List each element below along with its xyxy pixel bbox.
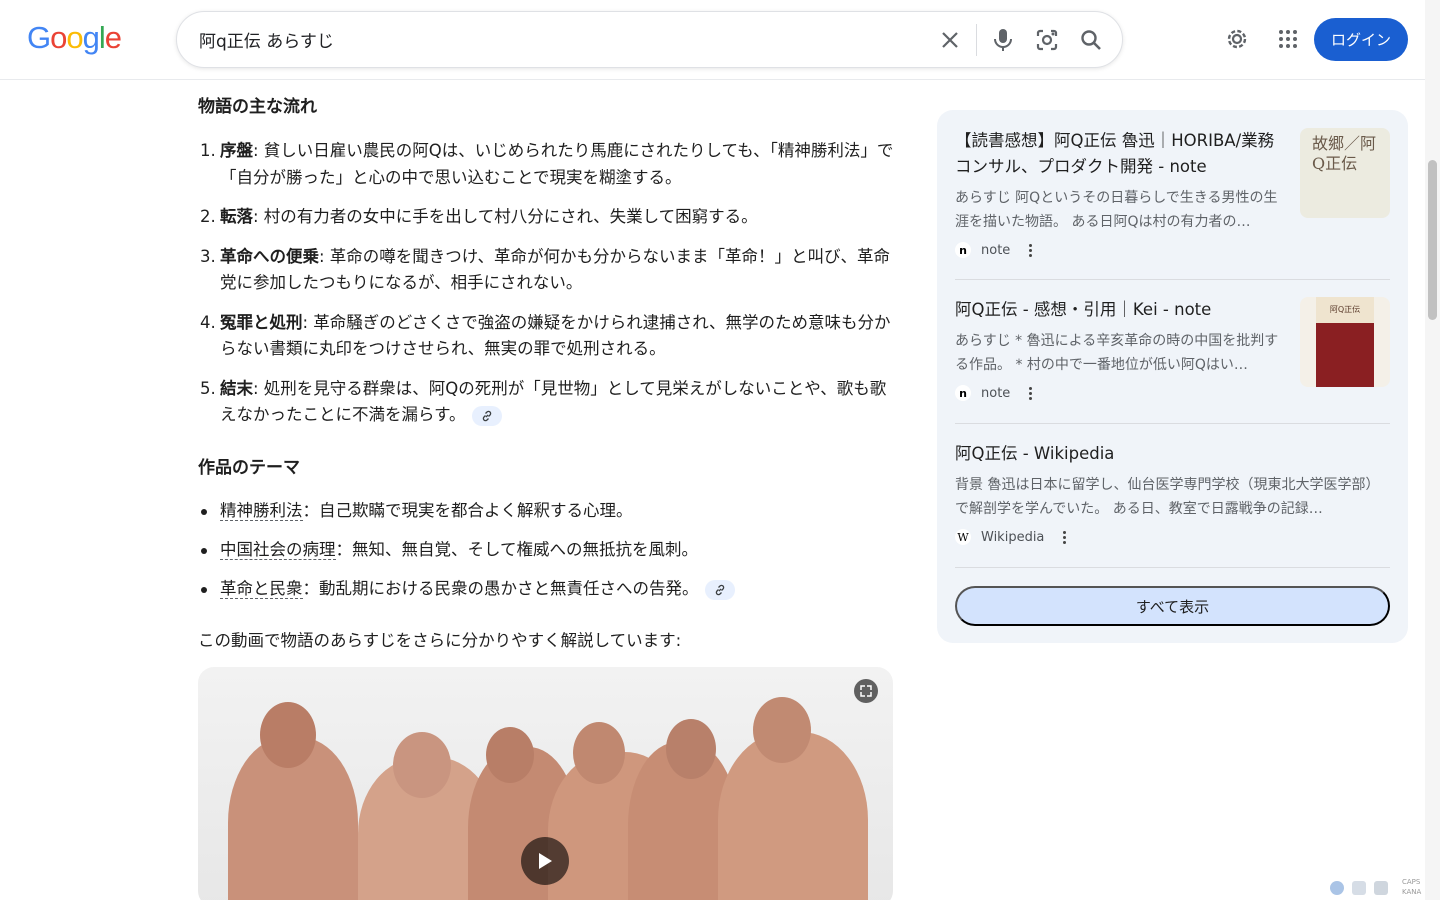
expand-icon[interactable]: [854, 679, 878, 703]
source-card[interactable]: 阿Q正伝 - Wikipedia 背景 魯迅は日本に留学し、仙台医学専門学校（現…: [955, 441, 1390, 545]
source-link-icon[interactable]: [704, 579, 735, 600]
video-player[interactable]: [198, 667, 893, 900]
caps-indicator: CAPS: [1402, 878, 1421, 886]
theme-term-link[interactable]: 精神勝利法: [220, 501, 303, 521]
login-button[interactable]: ログイン: [1314, 18, 1408, 61]
list-item: 1. 序盤: 貧しい日雇い農民の阿Qは、いじめられたり馬鹿にされたりしても、「精神…: [200, 141, 894, 187]
video-figure: [393, 732, 451, 798]
search-divider: [976, 24, 977, 56]
source-card[interactable]: 阿Q正伝 - 感想・引用｜Kei - note あらすじ * 魯迅による辛亥革命…: [955, 297, 1390, 401]
google-logo[interactable]: Google: [27, 20, 122, 56]
divider: [955, 567, 1390, 568]
story-steps-list: 1. 序盤: 貧しい日雇い農民の阿Qは、いじめられたり馬鹿にされたりしても、「精神…: [198, 138, 898, 442]
clear-icon[interactable]: [936, 26, 964, 54]
book-cover: 阿Q正伝: [1316, 297, 1374, 387]
more-options-icon[interactable]: [1024, 386, 1036, 400]
bullet: [201, 509, 207, 515]
settings-gear-icon[interactable]: [1223, 25, 1251, 53]
tray-status-icon: [1330, 881, 1344, 895]
video-intro-text: この動画で物語のあらすじをさらに分かりやすく解説しています:: [198, 631, 682, 650]
more-options-icon[interactable]: [1058, 530, 1070, 544]
list-item: 革命と民衆：動乱期における民衆の愚かさと無責任さへの告発。: [198, 576, 898, 602]
system-tray: CAPS KANA: [1330, 878, 1430, 898]
source-card-source: W Wikipedia: [955, 529, 1390, 545]
list-item: 4. 冤罪と処刑: 革命騒ぎのどさくさで強盗の嫌疑をかけられ逮捕され、無学のため意…: [200, 312, 891, 359]
bullet: [201, 548, 207, 554]
source-card-source: n note: [955, 242, 1390, 258]
tray-status-icon: [1374, 881, 1388, 895]
source-card-source: n note: [955, 385, 1390, 401]
mic-icon[interactable]: [989, 26, 1017, 54]
list-item: 中国社会の病理：無知、無自覚、そして権威への無抵抗を風刺。: [198, 537, 898, 563]
list-item: 精神勝利法：自己欺瞞で現実を都合よく解釈する心理。: [198, 498, 898, 524]
top-header: Google 阿q正伝 あらすじ ログイン: [0, 0, 1440, 80]
list-item: 2. 転落: 村の有力者の女中に手を出して村八分にされ、失業して困窮する。: [200, 207, 758, 226]
search-input[interactable]: 阿q正伝 あらすじ: [199, 27, 334, 52]
wikipedia-icon: W: [955, 529, 971, 545]
story-heading: 物語の主な流れ: [198, 97, 317, 117]
source-card-desc: あらすじ 阿Qというその日暮らしで生きる男性の生涯を描いた物語。 ある日阿Qは村…: [955, 190, 1278, 230]
divider: [955, 279, 1390, 280]
video-figure: [573, 722, 625, 784]
bullet: [201, 587, 207, 593]
video-figure: [260, 702, 316, 768]
page-scrollbar[interactable]: [1425, 0, 1440, 900]
list-item: 5. 結末: 処刑を見守る群衆は、阿Qの死刑が「見世物」として見栄えがしないことや…: [200, 378, 887, 426]
video-figure: [486, 727, 534, 783]
more-options-icon[interactable]: [1024, 243, 1036, 257]
search-icon[interactable]: [1077, 26, 1105, 54]
source-card-title[interactable]: 阿Q正伝 - Wikipedia: [955, 441, 1390, 467]
video-figure: [753, 697, 811, 763]
sources-panel: 【読書感想】阿Q正伝 魯迅｜HORIBA/業務コンサル、プロダクト開発 - no…: [937, 110, 1408, 643]
source-thumbnail[interactable]: 故郷／阿Q正伝: [1300, 128, 1390, 218]
source-link-icon[interactable]: [471, 405, 502, 426]
source-card-desc: 背景 魯迅は日本に留学し、仙台医学専門学校（現東北大学医学部）で解剖学を学んでい…: [955, 477, 1380, 517]
show-all-button[interactable]: すべて表示: [955, 586, 1390, 626]
apps-grid-icon[interactable]: [1274, 25, 1302, 53]
theme-term-link[interactable]: 革命と民衆: [220, 579, 303, 599]
scrollbar-thumb[interactable]: [1428, 160, 1437, 320]
video-figure: [666, 719, 716, 779]
kana-indicator: KANA: [1402, 888, 1422, 896]
divider: [955, 423, 1390, 424]
theme-list: 精神勝利法：自己欺瞞で現実を都合よく解釈する心理。 中国社会の病理：無知、無自覚…: [198, 498, 898, 615]
source-card-title[interactable]: 阿Q正伝 - 感想・引用｜Kei - note: [955, 297, 1290, 323]
source-card[interactable]: 【読書感想】阿Q正伝 魯迅｜HORIBA/業務コンサル、プロダクト開発 - no…: [955, 128, 1390, 258]
lens-icon[interactable]: [1033, 26, 1061, 54]
search-box[interactable]: 阿q正伝 あらすじ: [176, 11, 1123, 68]
play-button[interactable]: [521, 837, 569, 885]
list-item: 3. 革命への便乗: 革命の噂を聞きつけ、革命が何かも分からないまま「革命！」と叫…: [200, 246, 890, 293]
theme-heading: 作品のテーマ: [198, 458, 300, 478]
note-icon: n: [955, 385, 971, 401]
theme-term-link[interactable]: 中国社会の病理: [220, 540, 336, 560]
tray-status-icon: [1352, 881, 1366, 895]
source-thumbnail[interactable]: 阿Q正伝: [1300, 297, 1390, 387]
source-card-desc: あらすじ * 魯迅による辛亥革命の時の中国を批判する作品。 * 村の中で一番地位…: [955, 333, 1279, 373]
source-card-title[interactable]: 【読書感想】阿Q正伝 魯迅｜HORIBA/業務コンサル、プロダクト開発 - no…: [955, 128, 1290, 180]
note-icon: n: [955, 242, 971, 258]
